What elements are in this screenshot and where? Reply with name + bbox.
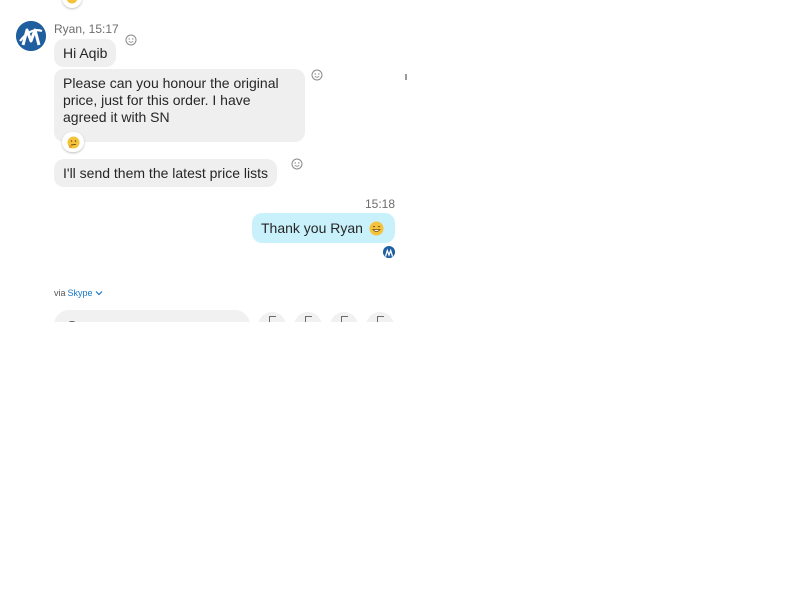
chevron-down-icon[interactable]	[95, 290, 103, 296]
emoji-reaction-icon	[66, 0, 78, 4]
contact-icon	[305, 316, 312, 322]
read-receipt-avatar	[383, 246, 395, 258]
more-button[interactable]	[366, 312, 394, 322]
message-text: Thank you Ryan	[261, 220, 363, 236]
message-time: 15:18	[365, 197, 396, 211]
outgoing-message-bubble[interactable]: Thank you Ryan	[252, 213, 395, 243]
message-input[interactable]	[54, 310, 250, 322]
attach-button[interactable]	[258, 312, 286, 322]
chat-view: Ryan, 15:17 Hi Aqib Please can you honou…	[0, 0, 792, 612]
contacts-button[interactable]	[294, 312, 322, 322]
via-link[interactable]: Skype	[68, 288, 93, 298]
message-bubble[interactable]: I'll send them the latest price lists	[54, 159, 277, 187]
reaction-badge-clipped[interactable]	[62, 0, 82, 8]
add-reaction-icon[interactable]	[125, 34, 137, 46]
compose-bar	[0, 306, 420, 322]
sender-name-time: Ryan, 15:17	[54, 22, 119, 36]
company-logo-icon	[383, 247, 395, 258]
media-icon	[341, 316, 348, 322]
more-icon	[377, 316, 384, 322]
avatar[interactable]	[16, 21, 46, 51]
add-reaction-icon[interactable]	[311, 69, 323, 81]
smile-emoji-icon	[369, 221, 384, 235]
company-logo-icon	[16, 21, 46, 51]
via-prefix: via	[54, 288, 66, 298]
attach-icon	[269, 316, 276, 322]
scroll-marker	[405, 74, 407, 80]
add-reaction-icon[interactable]	[291, 158, 303, 170]
reaction-badge[interactable]	[62, 132, 84, 152]
thinking-emoji-icon	[67, 136, 79, 148]
message-bubble[interactable]: Hi Aqib	[54, 39, 117, 67]
via-skype[interactable]: via Skype	[54, 288, 103, 298]
media-button[interactable]	[330, 312, 358, 322]
message-bubble[interactable]: Please can you honour the original price…	[54, 69, 305, 142]
